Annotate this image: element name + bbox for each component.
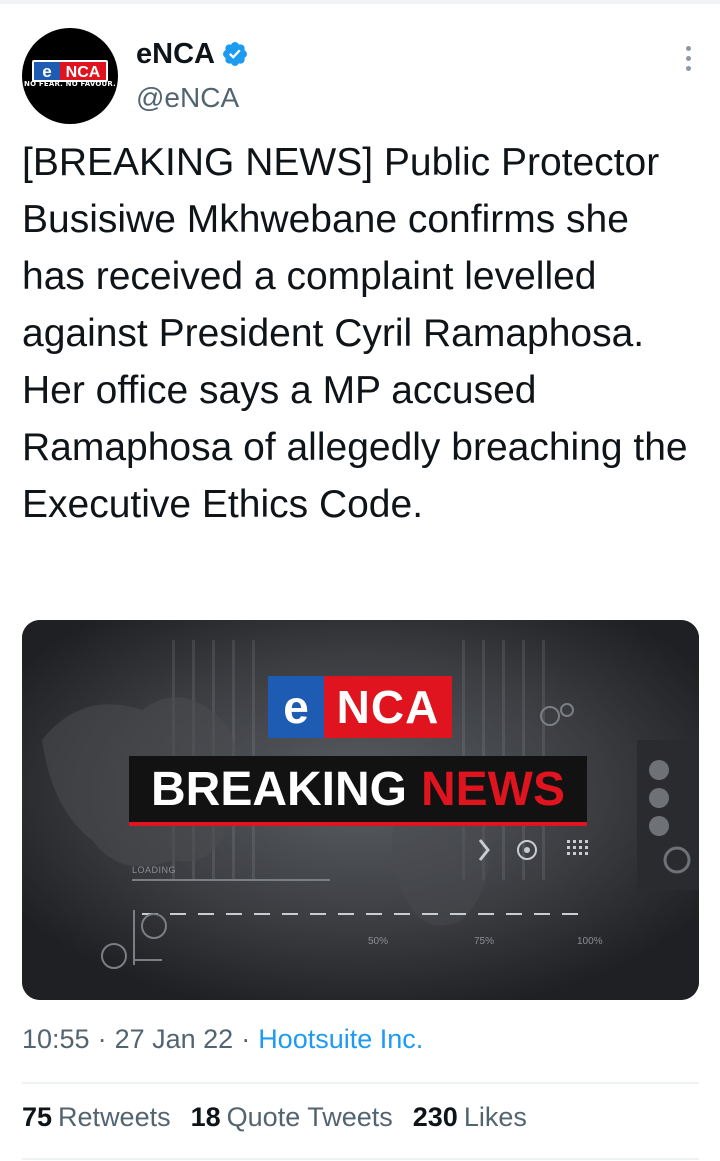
brand-e: e <box>268 676 324 738</box>
more-dot <box>685 45 691 51</box>
meta-separator: · <box>97 1024 107 1054</box>
likes-stat[interactable]: 230 Likes <box>413 1102 527 1133</box>
tweet-text: [BREAKING NEWS] Public Protector Busisiw… <box>22 141 688 526</box>
tweet-date[interactable]: 27 Jan 22 <box>115 1024 234 1055</box>
loading-label: LOADING <box>132 865 177 875</box>
avatar-logo-nca: NCA <box>66 64 101 81</box>
brand-nca: NCA <box>336 681 440 733</box>
quote-tweets-count: 18 <box>190 1102 221 1132</box>
likes-count: 230 <box>412 1102 458 1132</box>
quote-tweets-label: Quote Tweets <box>226 1102 393 1132</box>
progress-100-label: 100% <box>577 936 603 947</box>
display-name[interactable]: eNCA <box>136 38 215 71</box>
meta-divider <box>22 1082 699 1084</box>
progress-75-label: 75% <box>474 936 495 947</box>
enca-brand-logo: e NCA <box>268 676 452 738</box>
retweets-count: 75 <box>22 1102 53 1132</box>
tweet-source-link[interactable]: Hootsuite Inc. <box>258 1024 423 1055</box>
avatar-tagline: NO FEAR. NO FAVOUR. <box>24 80 116 88</box>
handle[interactable]: @eNCA <box>136 82 239 114</box>
avatar-logo-e: e <box>42 62 51 81</box>
progress-50-label: 50% <box>368 936 389 947</box>
likes-label: Likes <box>463 1102 527 1132</box>
tweet-header: e NCA NO FEAR. NO FAVOUR. eNCA @eNCA <box>22 28 702 128</box>
headline-news: NEWS <box>421 762 565 816</box>
breaking-news-banner: BREAKING NEWS <box>129 756 587 822</box>
tweet-time[interactable]: 10:55 <box>22 1024 90 1055</box>
more-dot <box>685 65 691 71</box>
quote-tweets-stat[interactable]: 18 Quote Tweets <box>191 1102 393 1133</box>
verified-badge-icon <box>223 42 247 66</box>
stats-divider <box>22 1158 699 1160</box>
retweets-label: Retweets <box>58 1102 171 1132</box>
tweet-media-image[interactable]: e NCA BREAKING NEWS LOADING 50% 75% 100% <box>22 620 699 1000</box>
tweet-stats: 75 Retweets 18 Quote Tweets 230 Likes <box>22 1102 547 1133</box>
tweet-meta: 10:55 · 27 Jan 22 · Hootsuite Inc. <box>22 1024 423 1055</box>
more-dot <box>685 55 691 61</box>
avatar[interactable]: e NCA NO FEAR. NO FAVOUR. <box>22 28 118 124</box>
more-options-icon[interactable] <box>674 40 702 76</box>
meta-separator: · <box>241 1024 251 1054</box>
retweets-stat[interactable]: 75 Retweets <box>22 1102 171 1133</box>
name-row: eNCA <box>136 36 249 72</box>
enca-logo-icon: e NCA <box>32 60 108 82</box>
tweet-detail-page: e NCA NO FEAR. NO FAVOUR. eNCA @eNCA [BR… <box>0 0 720 1161</box>
headline-breaking: BREAKING <box>150 762 407 816</box>
top-divider <box>0 0 720 4</box>
banner-underline <box>129 822 587 826</box>
